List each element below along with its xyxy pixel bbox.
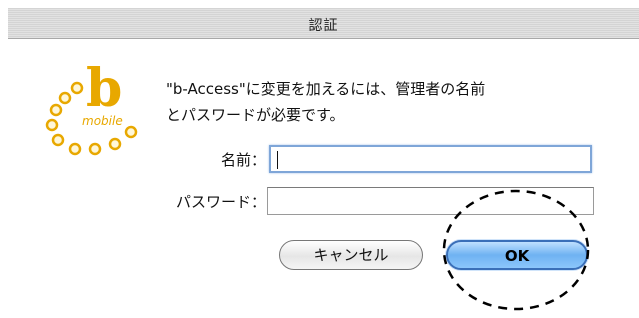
text-caret [277, 151, 278, 169]
cancel-button[interactable]: キャンセル [279, 240, 423, 270]
logo-letter: b [86, 62, 122, 119]
b-mobile-logo: b mobile [45, 62, 138, 156]
dialog-title: 認証 [308, 18, 339, 34]
dialog-message: "b-Access"に変更を加えるには、管理者の名前 とパスワードが必要です。 [166, 76, 606, 128]
message-line-1: "b-Access"に変更を加えるには、管理者の名前 [166, 80, 486, 98]
password-label: パスワード： [175, 193, 266, 211]
password-input[interactable] [267, 187, 594, 215]
ok-button[interactable]: OK [446, 240, 588, 270]
logo-word: mobile [82, 114, 123, 128]
name-label: 名前： [220, 151, 266, 169]
dialog-title-bar: 認証 [8, 8, 639, 39]
name-input[interactable] [269, 145, 592, 173]
message-line-2: とパスワードが必要です。 [166, 106, 345, 124]
